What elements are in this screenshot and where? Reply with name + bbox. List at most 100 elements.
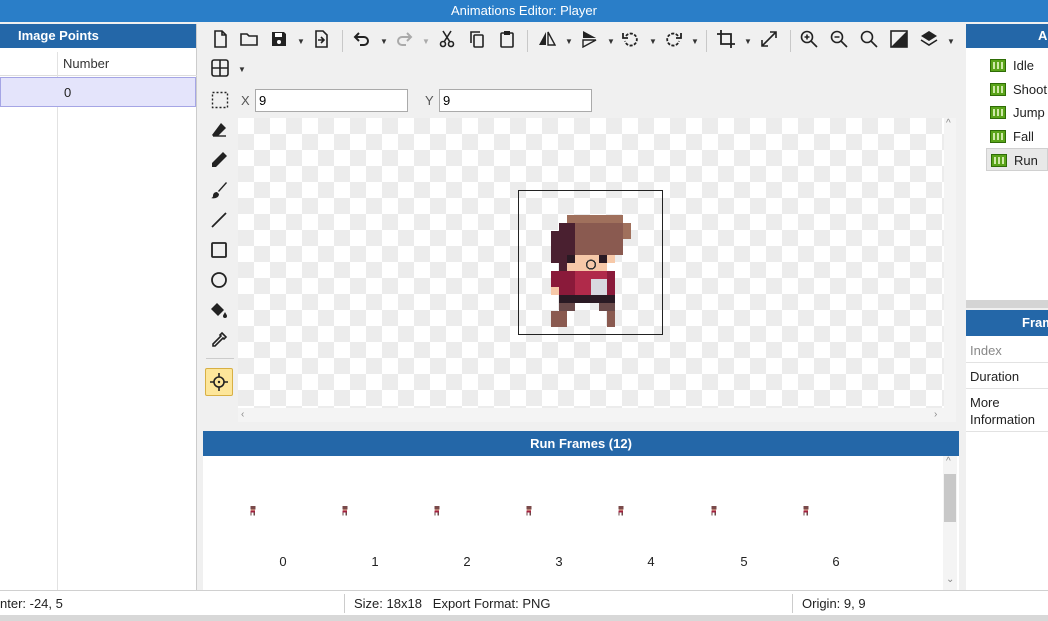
undo-icon[interactable] — [350, 27, 374, 51]
status-bar: nter: -24, 5 Size: 18x18 Export Format: … — [0, 590, 1048, 615]
frames-scrollbar[interactable]: ^ ⌄ — [943, 456, 957, 590]
frame-number: 6 — [832, 554, 840, 569]
eyedropper-icon[interactable] — [207, 328, 231, 352]
column-divider — [57, 52, 58, 590]
film-strip-icon — [991, 154, 1007, 167]
frame-sprite — [526, 506, 532, 516]
frame-sprite — [434, 506, 440, 516]
animation-item[interactable]: Jump — [986, 101, 1048, 124]
column-header[interactable]: Number — [0, 52, 197, 76]
flip-horizontal-icon[interactable] — [535, 27, 559, 51]
frame-sprite — [711, 506, 717, 516]
export-icon[interactable] — [309, 27, 333, 51]
eraser-icon[interactable] — [207, 118, 231, 142]
redo-dropdown-icon[interactable]: ▼ — [422, 37, 430, 46]
animation-item[interactable]: Shoot — [986, 78, 1048, 101]
crop-dropdown-icon[interactable]: ▼ — [744, 37, 752, 46]
player-sprite — [551, 215, 631, 327]
crop-icon[interactable] — [714, 27, 738, 51]
toolbar-separator — [342, 30, 343, 52]
scroll-right-icon[interactable]: › — [934, 409, 937, 420]
number-column-label: Number — [63, 56, 110, 71]
animation-label: Shoot — [1013, 81, 1047, 97]
status-origin: Origin: 9, 9 — [802, 596, 866, 611]
animation-item[interactable]: Fall — [986, 125, 1048, 148]
horizontal-scrollbar[interactable]: ‹ › — [238, 408, 944, 422]
save-dropdown-icon[interactable]: ▼ — [297, 37, 305, 46]
animation-label: Run — [1014, 153, 1038, 168]
frame-sprite — [803, 506, 809, 516]
film-strip-icon — [990, 129, 1006, 143]
animation-item[interactable]: Run — [986, 148, 1048, 171]
frames-title: Run Frames (12) — [203, 431, 959, 456]
toggle-background-icon[interactable] — [887, 27, 911, 51]
zoom-fit-icon[interactable] — [857, 27, 881, 51]
rectangle-icon[interactable] — [207, 238, 231, 262]
status-size: Size: 18x18 Export Format: PNG — [354, 596, 551, 611]
flip-v-dropdown-icon[interactable]: ▼ — [607, 37, 615, 46]
fill-icon[interactable] — [207, 298, 231, 322]
frame-properties-title: Fram — [966, 310, 1048, 336]
animation-item[interactable]: Idle — [986, 54, 1048, 77]
table-row[interactable]: 0 — [0, 77, 196, 107]
cut-icon[interactable] — [435, 27, 459, 51]
rotate-left-icon[interactable] — [619, 27, 643, 51]
toolbar-separator — [706, 30, 707, 52]
tool-separator — [206, 358, 234, 359]
rotate-right-icon[interactable] — [661, 27, 685, 51]
drawing-canvas[interactable] — [238, 118, 956, 408]
frames-panel: Run Frames (12) 0 1 2 3 4 5 6 ^ ⌄ — [203, 431, 959, 590]
property-duration[interactable]: Duration — [966, 364, 1048, 389]
status-divider — [344, 594, 345, 613]
image-points-title: Image Points — [0, 24, 196, 48]
resize-icon[interactable] — [757, 27, 781, 51]
zoom-out-icon[interactable] — [827, 27, 851, 51]
editor-toolbar: ▼ ▼ ▼ ▼ ▼ ▼ ▼ ▼ ▼ ▼ — [203, 24, 959, 84]
open-folder-icon[interactable] — [237, 27, 261, 51]
grid-icon[interactable] — [208, 56, 232, 80]
toolbar-separator — [527, 30, 528, 52]
redo-icon[interactable] — [392, 27, 416, 51]
scroll-thumb[interactable] — [944, 474, 956, 522]
film-strip-icon — [990, 82, 1006, 96]
save-icon[interactable] — [267, 27, 291, 51]
film-strip-icon — [990, 59, 1006, 72]
undo-dropdown-icon[interactable]: ▼ — [380, 37, 388, 46]
copy-icon[interactable] — [465, 27, 489, 51]
zoom-in-icon[interactable] — [797, 27, 821, 51]
origin-point-icon[interactable] — [205, 368, 233, 396]
scroll-up-icon[interactable]: ^ — [946, 456, 951, 467]
property-more-information[interactable]: More Information — [966, 390, 1048, 432]
y-label: Y — [425, 93, 434, 108]
scroll-up-icon[interactable]: ^ — [946, 118, 951, 129]
ellipse-icon[interactable] — [207, 268, 231, 292]
point-number: 0 — [64, 85, 72, 100]
selection-rect-icon[interactable] — [208, 88, 232, 112]
flip-h-dropdown-icon[interactable]: ▼ — [565, 37, 573, 46]
layers-dropdown-icon[interactable]: ▼ — [947, 37, 955, 46]
animation-label: Jump — [1013, 105, 1045, 120]
line-icon[interactable] — [207, 208, 231, 232]
frame-sprite — [342, 506, 348, 516]
layers-icon[interactable] — [917, 27, 941, 51]
flip-vertical-icon[interactable] — [577, 27, 601, 51]
rotate-right-dropdown-icon[interactable]: ▼ — [691, 37, 699, 46]
animation-label: Idle — [1013, 58, 1034, 73]
paste-icon[interactable] — [495, 27, 519, 51]
new-file-icon[interactable] — [208, 27, 232, 51]
frame-sprite — [250, 506, 256, 516]
rotate-left-dropdown-icon[interactable]: ▼ — [649, 37, 657, 46]
frame-number: 2 — [463, 554, 471, 569]
scroll-left-icon[interactable]: ‹ — [241, 409, 244, 420]
grid-dropdown-icon[interactable]: ▼ — [238, 65, 246, 74]
frame-properties-panel: Fram Index Duration More Information — [966, 310, 1048, 590]
y-field[interactable] — [439, 89, 592, 112]
x-field[interactable] — [255, 89, 408, 112]
frame-number: 4 — [647, 554, 655, 569]
window-title: Animations Editor: Player — [0, 0, 1048, 22]
panel-splitter[interactable] — [966, 300, 1048, 308]
pencil-icon[interactable] — [207, 148, 231, 172]
brush-icon[interactable] — [207, 178, 231, 202]
vertical-scrollbar[interactable]: ^ — [944, 118, 956, 422]
scroll-down-icon[interactable]: ⌄ — [946, 574, 954, 585]
